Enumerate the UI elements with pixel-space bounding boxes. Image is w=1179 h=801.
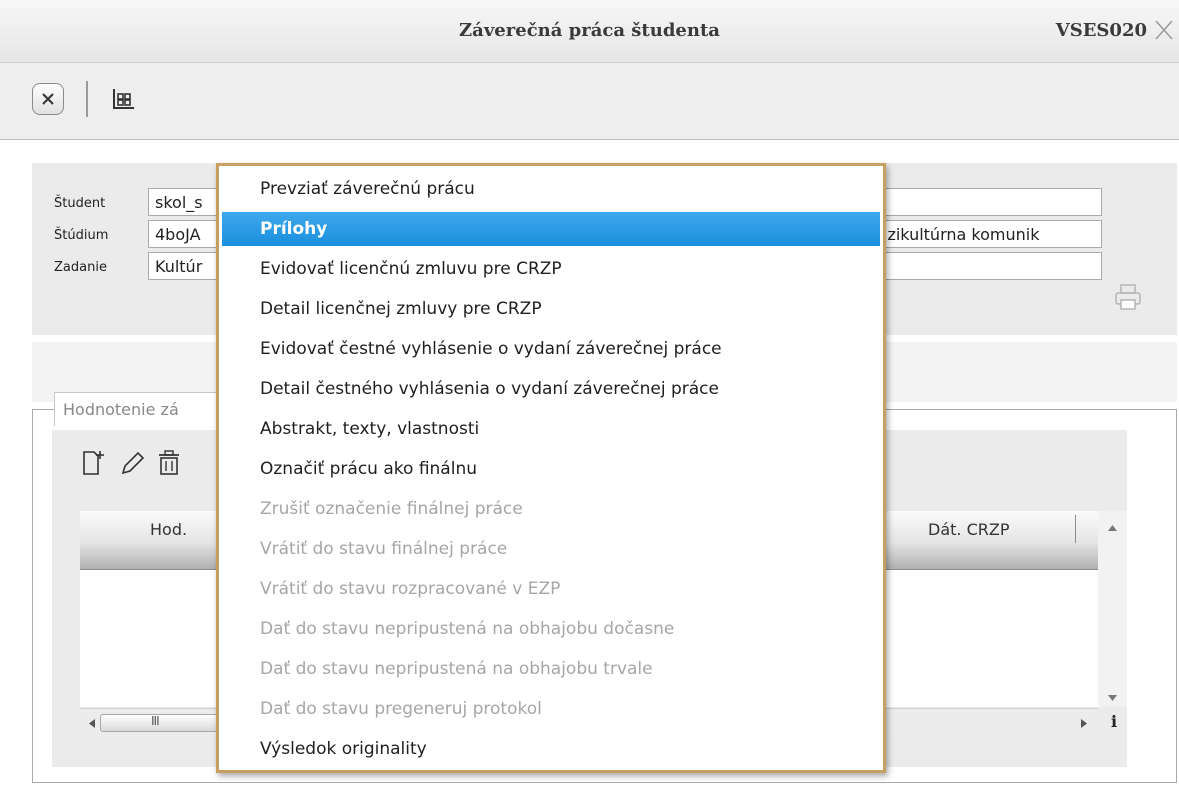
title-bar: Záverečná práca študenta VSES020 [0,0,1179,63]
menu-item-detail-cestneho-vyhlasenia[interactable]: Detail čestného vyhlásenia o vydaní záve… [222,372,880,406]
print-icon[interactable] [1112,282,1144,312]
scroll-up-icon[interactable] [1098,517,1127,537]
toolbar [0,63,1179,140]
menu-item-evidovat-licencnu-zmluvu[interactable]: Evidovať licenčnú zmluvu pre CRZP [222,252,880,286]
menu-item-evidovat-cestne-vyhlasenie[interactable]: Evidovať čestné vyhlásenie o vydaní záve… [222,332,880,366]
menu-item-vysledok-originality[interactable]: Výsledok originality [222,732,880,766]
scroll-down-icon[interactable] [1098,689,1127,709]
menu-item-nepripustena-trvale: Dať do stavu nepripustená na obhajobu tr… [260,659,653,679]
hierarchy-icon[interactable] [110,87,136,111]
student-field-right[interactable] [880,188,1102,216]
new-document-icon[interactable] [80,448,110,478]
menu-item-detail-licencnej-zmluvy[interactable]: Detail licenčnej zmluvy pre CRZP [222,292,880,326]
column-header-dat-crzp[interactable]: Dát. CRZP [928,520,1009,539]
menu-item-pregeneruj-protokol: Dať do stavu pregeneruj protokol [260,699,542,719]
horizontal-scroll-thumb[interactable]: III [100,714,220,732]
context-menu: Prevziať záverečnú prácu Prílohy Evidova… [216,163,886,773]
menu-item-vratit-finalnej: Vrátiť do stavu finálnej práce [260,539,508,559]
info-icon[interactable]: i [1104,712,1124,734]
scroll-right-icon[interactable] [1076,709,1092,739]
close-button[interactable] [32,83,64,115]
column-divider[interactable] [1075,515,1076,543]
student-label: Študent [54,196,106,211]
window-close-icon[interactable] [1153,18,1175,42]
scroll-thumb-grip: III [151,714,160,728]
vertical-scrollbar[interactable] [1098,511,1127,707]
menu-item-oznacit-finalnu[interactable]: Označiť prácu ako finálnu [222,452,880,486]
close-icon [42,93,54,105]
scroll-left-icon[interactable] [84,709,100,739]
window-title: Záverečná práca študenta [459,20,720,41]
menu-item-prilohy[interactable]: Prílohy [222,212,880,246]
menu-item-nepripustena-docasne: Dať do stavu nepripustená na obhajobu do… [260,619,675,639]
assignment-label: Zadanie [54,260,107,275]
assignment-field-right[interactable] [880,252,1102,280]
edit-pencil-icon[interactable] [118,448,148,478]
menu-item-zrusit-oznacenie: Zrušiť označenie finálnej práce [260,499,523,519]
menu-item-abstrakt[interactable]: Abstrakt, texty, vlastnosti [222,412,880,446]
study-field-right[interactable]: lzikultúrna komunik [880,220,1102,248]
study-label: Štúdium [54,228,109,243]
menu-item-prevziat[interactable]: Prevziať záverečnú prácu [222,172,880,206]
toolbar-separator [86,81,88,117]
menu-item-vratit-rozpracovane: Vrátiť do stavu rozpracované v EZP [260,579,561,599]
column-header-hod[interactable]: Hod. [150,520,187,539]
window-code: VSES020 [1055,20,1147,41]
delete-trash-icon[interactable] [154,448,184,478]
